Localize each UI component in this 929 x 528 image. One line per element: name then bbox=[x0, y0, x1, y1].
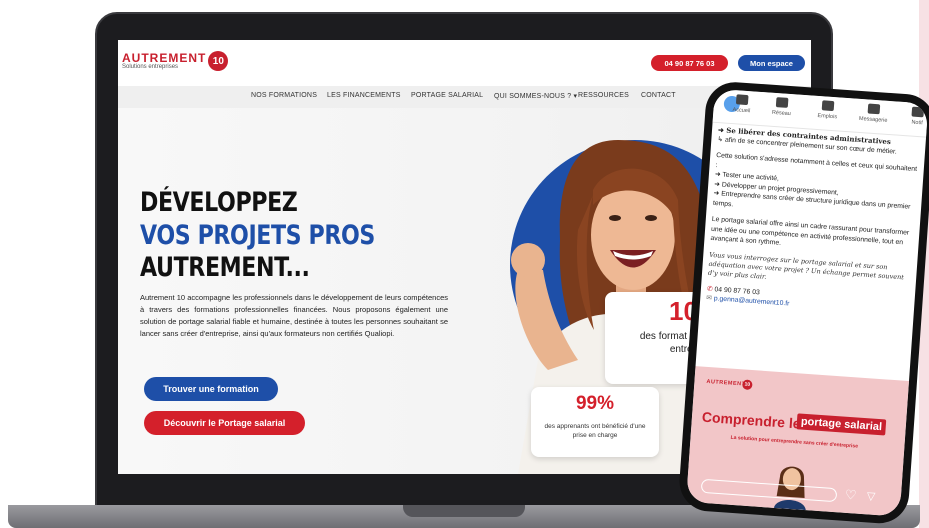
nav-formations[interactable]: NOS FORMATIONS bbox=[251, 92, 317, 99]
nav-contact[interactable]: CONTACT bbox=[641, 92, 676, 99]
phone-button[interactable]: 04 90 87 76 03 bbox=[651, 55, 728, 71]
promo-image[interactable]: AUTREMENT 10 Comprendre le portage salar… bbox=[686, 366, 910, 517]
mail-icon: ✉ bbox=[706, 294, 713, 303]
account-button[interactable]: Mon espace bbox=[738, 55, 805, 71]
discover-portage-button[interactable]: Découvrir le Portage salarial bbox=[144, 411, 305, 435]
network-icon bbox=[775, 97, 789, 108]
site-header: AUTREMENT Solutions entreprises 10 04 90… bbox=[118, 40, 811, 86]
nav-network[interactable]: Réseau bbox=[761, 96, 802, 118]
logo-name: AUTREMENT bbox=[122, 50, 207, 65]
post-content: ➜ Se libérer des contraintes administrat… bbox=[706, 125, 922, 317]
heart-icon[interactable]: ♡ bbox=[844, 487, 857, 504]
nav-notifications[interactable]: Notif bbox=[897, 106, 929, 128]
hero-title-line1: DÉVELOPPEZ bbox=[140, 187, 298, 218]
stat-value: 99% bbox=[575, 393, 615, 414]
promo-logo: AUTREMENT bbox=[706, 378, 746, 388]
promo-logo-badge: 10 bbox=[742, 379, 753, 391]
home-icon bbox=[735, 94, 749, 106]
comment-input[interactable] bbox=[700, 478, 838, 503]
nav-ressources[interactable]: RESSOURCES bbox=[578, 92, 629, 99]
chevron-down-icon: ▾ bbox=[573, 93, 578, 100]
bell-icon bbox=[911, 106, 925, 118]
phone-frame: Accueil Réseau Emplois Messagerie Notif … bbox=[677, 80, 929, 526]
site-logo[interactable]: AUTREMENT Solutions entreprises 10 bbox=[122, 50, 229, 71]
nav-qui-label: QUI SOMMES-NOUS ? bbox=[494, 93, 572, 100]
phone-device: Accueil Réseau Emplois Messagerie Notif … bbox=[677, 80, 929, 528]
laptop-notch bbox=[403, 505, 525, 517]
stat-label: des apprenants ont bénéficié d'une prise… bbox=[544, 423, 646, 439]
mockup-stage: AUTREMENT Solutions entreprises 10 04 90… bbox=[0, 0, 929, 528]
promo-title-highlight: portage salarial bbox=[796, 413, 887, 436]
nav-home[interactable]: Accueil bbox=[721, 93, 762, 115]
nav-jobs[interactable]: Emplois bbox=[807, 99, 848, 121]
nav-financements[interactable]: LES FINANCEMENTS bbox=[327, 92, 401, 99]
nav-portage[interactable]: PORTAGE SALARIAL bbox=[411, 92, 483, 99]
send-icon[interactable]: ▽ bbox=[866, 489, 875, 503]
phone-screen: Accueil Réseau Emplois Messagerie Notif … bbox=[686, 88, 929, 517]
logo-subtitle: Solutions entreprises bbox=[122, 63, 179, 70]
hero-title-line3: AUTREMENT... bbox=[140, 252, 310, 283]
message-icon bbox=[867, 103, 881, 115]
logo-badge: 10 bbox=[208, 51, 229, 71]
briefcase-icon bbox=[821, 100, 835, 112]
hero-intro: Autrement 10 accompagne les professionne… bbox=[140, 293, 448, 338]
stat-card-learners: 99% des apprenants ont bénéficié d'une p… bbox=[531, 387, 659, 457]
hero-title-line2: VOS PROJETS PROS bbox=[140, 220, 375, 251]
promo-title: Comprendre le bbox=[701, 408, 802, 432]
promo-subtitle: La solution pour entreprendre sans créer… bbox=[730, 434, 859, 450]
find-training-button[interactable]: Trouver une formation bbox=[144, 377, 278, 401]
nav-qui-sommes-nous[interactable]: QUI SOMMES-NOUS ? ▾ bbox=[494, 92, 577, 100]
phone-icon: ✆ bbox=[706, 285, 713, 293]
nav-messaging[interactable]: Messagerie bbox=[853, 103, 894, 125]
